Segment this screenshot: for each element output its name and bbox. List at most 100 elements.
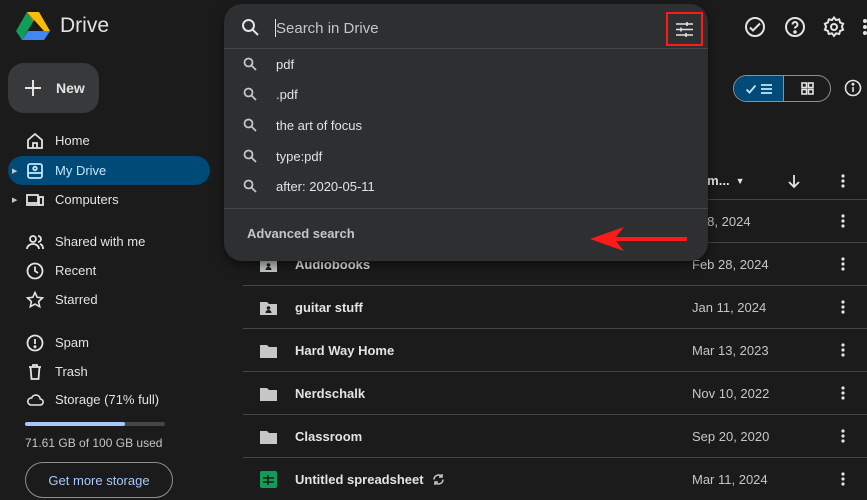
folder-icon — [259, 341, 278, 360]
sort-direction-arrow-icon[interactable] — [786, 173, 802, 189]
get-more-storage-button[interactable]: Get more storage — [25, 462, 173, 498]
sidebar-item-label: Trash — [55, 364, 88, 379]
search-suggestion[interactable]: pdf — [224, 49, 708, 79]
search-bar[interactable]: Search in Drive — [224, 4, 708, 49]
sidebar-item-starred[interactable]: Starred — [8, 285, 210, 314]
file-date: Jan 11, 2024 — [692, 300, 767, 315]
suggestion-label: type:pdf — [276, 148, 323, 164]
file-date: Feb 28, 2024 — [692, 257, 769, 272]
drive-logo-icon — [16, 12, 50, 40]
view-toggle[interactable] — [733, 75, 831, 102]
trash-icon — [26, 363, 44, 381]
row-more-icon[interactable] — [835, 213, 851, 229]
expand-caret-icon[interactable]: ▶ — [8, 196, 18, 204]
plus-icon — [25, 80, 41, 96]
shared-folder-icon — [259, 298, 278, 317]
computers-icon — [26, 191, 44, 209]
file-date: Nov 10, 2022 — [692, 386, 770, 401]
suggestion-label: pdf — [276, 56, 295, 72]
row-more-icon[interactable] — [835, 299, 851, 315]
sidebar-item-shared[interactable]: Shared with me — [8, 227, 210, 256]
info-icon[interactable] — [844, 79, 862, 97]
search-suggestion[interactable]: after: 2020-05-11 — [224, 171, 708, 201]
row-more-icon[interactable] — [835, 256, 851, 272]
search-suggestion[interactable]: the art of focus — [224, 110, 708, 140]
file-name: Nerdschalk — [295, 386, 366, 401]
search-icon — [243, 179, 257, 193]
search-suggestion[interactable]: .pdf — [224, 79, 708, 109]
list-icon — [760, 83, 772, 94]
sync-icon — [432, 474, 444, 485]
shared-icon — [26, 233, 44, 251]
sidebar-item-label: Storage (71% full) — [55, 392, 160, 407]
star-icon — [26, 290, 44, 309]
search-dropdown: Search in Drive pdf .pdf the art of focu… — [224, 4, 708, 261]
row-more-icon[interactable] — [835, 342, 851, 358]
list-view-button[interactable] — [734, 76, 784, 101]
header-more-icon[interactable] — [835, 173, 851, 189]
search-icon[interactable] — [241, 18, 260, 37]
file-row[interactable]: Hard Way Home Mar 13, 2023 — [243, 329, 867, 372]
suggestion-label: the art of focus — [276, 117, 362, 133]
row-more-icon[interactable] — [835, 471, 851, 487]
sidebar-item-home[interactable]: Home — [8, 126, 210, 155]
check-icon — [745, 84, 756, 94]
settings-icon[interactable] — [822, 15, 846, 39]
folder-icon — [259, 384, 278, 403]
new-button-label: New — [56, 80, 85, 96]
grid-view-button[interactable] — [784, 76, 830, 101]
sidebar-item-recent[interactable]: Recent — [8, 256, 210, 285]
expand-caret-icon[interactable]: ▶ — [8, 167, 18, 175]
sidebar-item-spam[interactable]: Spam — [8, 328, 210, 357]
search-icon — [243, 118, 257, 132]
search-icon — [243, 149, 257, 163]
cloud-icon — [26, 391, 44, 409]
offline-status-icon[interactable] — [743, 15, 767, 39]
grid-icon — [800, 82, 814, 95]
search-icon — [243, 57, 257, 71]
file-name: Hard Way Home — [295, 343, 395, 358]
sidebar-item-label: My Drive — [55, 163, 107, 178]
help-icon[interactable] — [783, 15, 807, 39]
file-name-container: Untitled spreadsheet — [295, 472, 445, 487]
file-row[interactable]: guitar stuff Jan 11, 2024 — [243, 286, 867, 329]
sidebar-item-computers[interactable]: ▶ Computers — [8, 185, 210, 214]
file-date: Mar 13, 2023 — [692, 343, 769, 358]
advanced-search-link[interactable]: Advanced search — [247, 226, 355, 241]
app-title: Drive — [60, 14, 110, 37]
row-more-icon[interactable] — [835, 428, 851, 444]
file-row[interactable]: Classroom Sep 20, 2020 — [243, 415, 867, 458]
new-button[interactable]: New — [8, 63, 99, 113]
search-suggestion[interactable]: type:pdf — [224, 141, 708, 171]
storage-used-text: 71.61 GB of 100 GB used — [25, 436, 163, 450]
storage-progress-bar — [25, 422, 165, 426]
sidebar-item-label: Spam — [55, 335, 89, 350]
sidebar-item-label: Shared with me — [55, 234, 146, 249]
file-row[interactable]: Untitled spreadsheet Mar 11, 2024 — [243, 458, 867, 500]
folder-icon — [259, 427, 278, 446]
spreadsheet-icon — [259, 470, 278, 489]
file-date: Sep 20, 2020 — [692, 429, 770, 444]
file-row[interactable]: Nerdschalk Nov 10, 2022 — [243, 372, 867, 415]
spam-icon — [26, 334, 44, 352]
sidebar-item-label: Home — [55, 133, 90, 148]
search-options-button[interactable] — [666, 12, 703, 46]
sidebar-item-my-drive[interactable]: ▶ My Drive — [8, 156, 210, 185]
sidebar-item-storage[interactable]: Storage (71% full) — [8, 385, 210, 414]
file-name: Classroom — [295, 429, 363, 444]
divider — [224, 208, 708, 209]
sidebar-item-trash[interactable]: Trash — [8, 357, 210, 386]
file-name: Untitled spreadsheet — [295, 472, 424, 487]
dropdown-caret-icon: ▼ — [735, 175, 745, 186]
sidebar-item-label: Computers — [55, 192, 119, 207]
search-input[interactable]: Search in Drive — [276, 20, 379, 37]
home-icon — [26, 132, 44, 150]
search-icon — [243, 87, 257, 101]
storage-progress-fill — [25, 422, 126, 426]
row-more-icon[interactable] — [835, 385, 851, 401]
suggestion-label: .pdf — [276, 86, 298, 102]
sidebar-item-label: Recent — [55, 263, 97, 278]
annotation-arrow-icon — [590, 227, 687, 251]
drive-logo[interactable]: Drive — [16, 11, 109, 41]
more-vertical-icon[interactable] — [858, 15, 867, 39]
